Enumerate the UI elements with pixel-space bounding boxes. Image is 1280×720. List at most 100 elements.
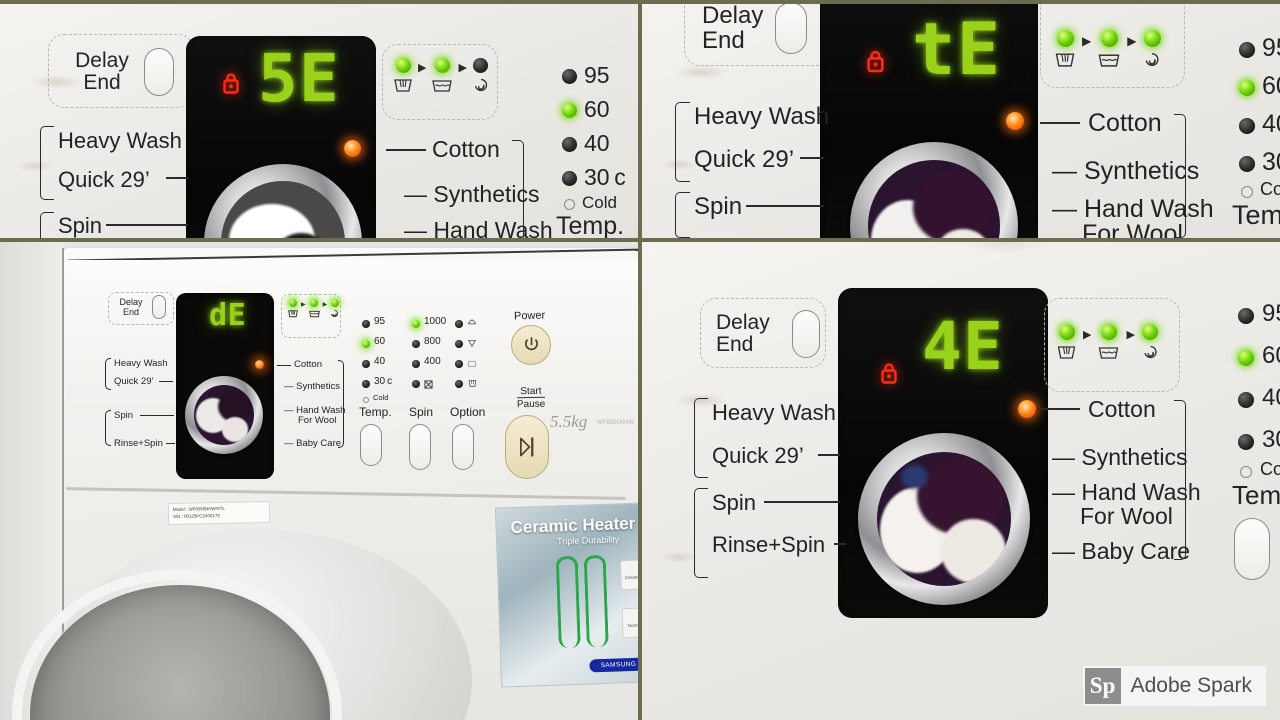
temp-led-40	[362, 360, 370, 368]
program-label-cotton: Cotton	[432, 136, 500, 162]
program-label-cotton: Cotton	[1088, 396, 1156, 422]
screenshot-stage: Delay End 5E ▶ ▶ Heavy Wash Quick 29’ Sp…	[0, 0, 1280, 720]
temp-button[interactable]	[1234, 518, 1270, 580]
temp-label-cold: Cold	[373, 393, 389, 402]
spin-led-400	[412, 360, 420, 368]
rinse-plus-icon	[467, 340, 477, 348]
knob-face	[221, 181, 345, 240]
delay-label-line1: Delay	[75, 49, 129, 72]
delay-end-button[interactable]	[792, 310, 820, 358]
samsung-logo: SAMSUNG	[589, 657, 640, 673]
child-lock-padlock-icon	[222, 72, 240, 94]
progress-step-rinse	[308, 299, 321, 318]
leader-line	[1040, 122, 1080, 124]
delay-end-button[interactable]	[144, 48, 174, 96]
option-group-label: Option	[450, 405, 486, 419]
temp-led-95	[1238, 308, 1254, 324]
start-pause-label: Start Pause	[516, 385, 546, 411]
temp-led-30	[1239, 156, 1255, 172]
temp-led-cold	[363, 397, 369, 403]
quadrant-bottom-left: Delay End dE ▶ ▶ Heavy Wash Quick 29’ Sp…	[0, 240, 640, 720]
heater-coil-icon	[555, 555, 581, 649]
delay-icon	[468, 360, 476, 367]
spin-label-1000: 1000	[424, 316, 447, 327]
leader-line	[277, 365, 291, 366]
temp-button[interactable]	[360, 424, 382, 466]
temp-led-60	[1239, 80, 1255, 96]
temp-label-40: 40	[1262, 110, 1280, 138]
temp-label-40: 40	[374, 356, 386, 367]
prewash-icon	[468, 318, 476, 325]
power-symbol-icon	[524, 337, 539, 351]
program-label-heavy-wash: Heavy Wash	[694, 103, 830, 130]
temp-label-30: 30 c	[374, 376, 393, 387]
leader-line	[166, 177, 188, 179]
delay-end-button[interactable]	[775, 2, 807, 54]
capacity-label: 5.5kg	[550, 412, 588, 431]
program-selector-knob[interactable]	[185, 376, 263, 454]
knob-face	[868, 160, 1000, 240]
temp-label-95: 95	[1262, 34, 1280, 62]
option-led-2	[455, 340, 463, 348]
left-program-bracket	[694, 398, 708, 478]
wash-icon	[288, 310, 298, 318]
leader-line	[818, 454, 840, 456]
temp-label-cold: Cold	[1260, 459, 1280, 479]
program-label-cotton: Cotton	[1088, 109, 1162, 137]
promo-subtitle: Triple Durability	[556, 534, 620, 547]
top-frame-line	[0, 0, 1280, 4]
temp-label-40: 40	[584, 130, 610, 156]
temp-label-95: 95	[374, 316, 386, 327]
temp-label-30: 30 c	[1262, 426, 1280, 453]
heater-coil-icon-2	[583, 554, 609, 648]
temp-led-60	[562, 103, 577, 118]
program-label-rinse-spin: Rinse+Spin	[712, 532, 826, 557]
program-label-hand-wash: — Hand Wash	[404, 217, 553, 240]
program-label-heavy-wash: Heavy Wash	[58, 128, 182, 153]
left-program-bracket-2	[40, 212, 54, 240]
temp-led-40	[562, 137, 577, 152]
option-button[interactable]	[452, 424, 474, 470]
temp-led-60	[1238, 350, 1254, 366]
promo-chip-ceramic: Ceramic	[619, 559, 640, 591]
leader-line	[386, 149, 426, 151]
left-program-bracket-2	[675, 192, 690, 238]
right-program-bracket	[338, 360, 344, 448]
program-label-spin: Spin	[58, 213, 103, 238]
spin-button[interactable]	[409, 424, 431, 470]
temp-label-30: 30 c	[1262, 148, 1280, 176]
leader-line	[764, 501, 840, 503]
option-led-1	[455, 320, 463, 328]
cotton-program-led	[344, 140, 361, 157]
left-program-bracket	[675, 102, 690, 182]
temp-label-60: 60	[374, 336, 386, 347]
progress-group	[382, 44, 498, 120]
delay-label-line2: End	[83, 71, 121, 94]
child-lock-padlock-icon	[866, 49, 885, 73]
temp-label-30: 30 c	[584, 164, 626, 190]
spin-group-label: Spin	[409, 405, 434, 419]
temp-label-60: 60	[584, 96, 610, 122]
cotton-program-led	[1006, 112, 1024, 130]
program-selector-knob[interactable]	[858, 433, 1030, 605]
program-label-baby-care: — Baby Care	[1052, 538, 1191, 564]
temp-group-label: Temp.	[556, 212, 625, 240]
adobe-spark-watermark: Sp Adobe Spark	[1082, 666, 1266, 706]
knob-face	[193, 384, 255, 446]
temp-group-label: Temp.	[1232, 480, 1280, 510]
progress-group	[1040, 0, 1185, 88]
rinse-led	[310, 299, 319, 307]
wash-led	[289, 299, 297, 307]
program-label-heavy-wash: Heavy Wash	[712, 400, 836, 425]
delay-end-button[interactable]	[152, 295, 166, 319]
leader-line	[746, 205, 824, 207]
cotton-program-led	[255, 360, 264, 369]
temp-led-cold	[1240, 466, 1252, 478]
watermark-label: Adobe Spark	[1130, 674, 1252, 697]
right-program-bracket	[1174, 400, 1186, 560]
program-label-hand-wash: — Hand Wash For Wool	[1052, 195, 1214, 241]
progress-step-spin	[329, 299, 340, 318]
delay-end-label: Delay End	[119, 297, 143, 317]
temp-group-label: Temp.	[1232, 200, 1280, 230]
cotton-program-led	[1018, 400, 1036, 418]
